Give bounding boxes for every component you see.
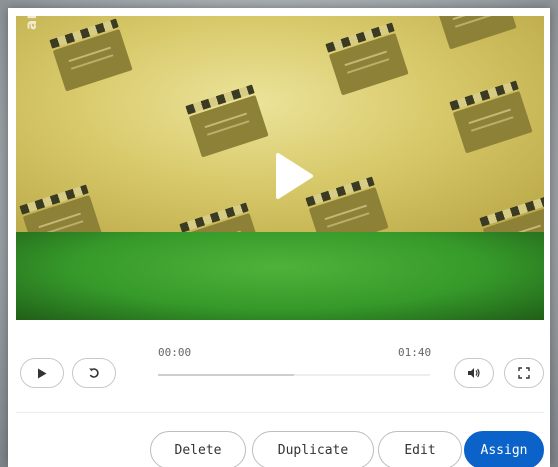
volume-icon [468, 368, 480, 378]
clapperboard-image [49, 18, 133, 92]
clapperboard-image [185, 84, 269, 158]
edit-button[interactable]: Edit [378, 431, 462, 467]
progress-bar[interactable] [158, 374, 430, 376]
replay-icon [89, 368, 99, 378]
volume-button[interactable] [454, 358, 494, 388]
play-button[interactable] [20, 358, 64, 388]
clapperboard-image [179, 202, 263, 232]
play-icon [38, 368, 47, 378]
video-player[interactable]: arte [16, 16, 544, 320]
clapperboard-image [325, 22, 409, 96]
fullscreen-icon [518, 367, 530, 379]
play-icon[interactable] [274, 152, 314, 200]
player-controls: 00:00 01:40 [16, 338, 544, 398]
total-time: 01:40 [398, 346, 432, 359]
current-time: 00:00 [158, 346, 192, 359]
duplicate-button[interactable]: Duplicate [252, 431, 374, 467]
clapperboard-image [479, 196, 544, 232]
clapperboard-image [19, 184, 103, 232]
replay-button[interactable] [72, 358, 116, 388]
delete-button[interactable]: Delete [150, 431, 246, 467]
assign-button[interactable]: Assign [464, 431, 544, 467]
clapperboard-image [449, 80, 533, 154]
clapperboard-image [433, 16, 517, 50]
screen-background: arte [0, 0, 558, 467]
fullscreen-button[interactable] [504, 358, 544, 388]
progress-fill [158, 374, 294, 376]
channel-logo: arte [22, 16, 40, 30]
divider [16, 412, 544, 413]
video-card: arte [8, 8, 550, 467]
clapperboard-image [305, 176, 389, 232]
video-scene-bottom [16, 232, 544, 320]
